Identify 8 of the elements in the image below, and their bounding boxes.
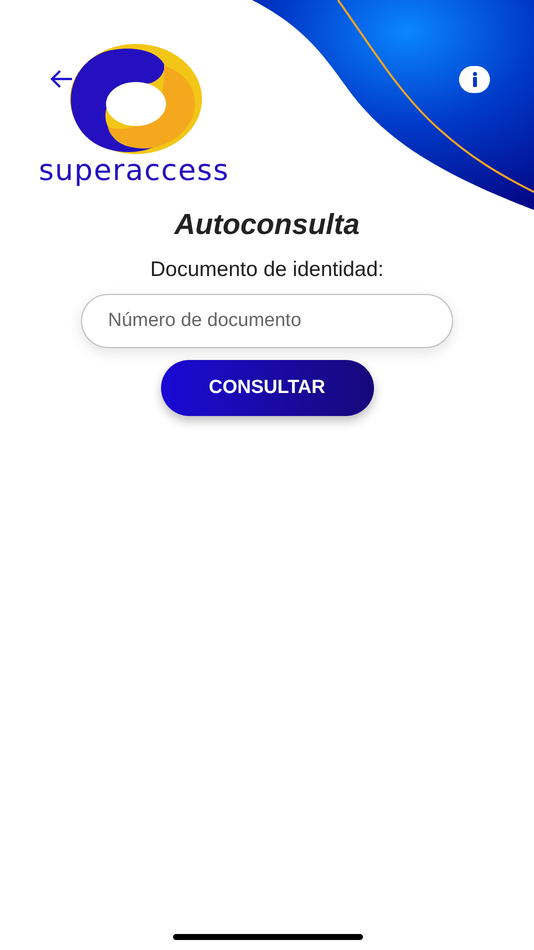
back-arrow-icon [49,69,73,89]
consult-button[interactable]: CONSULTAR [160,360,374,416]
logo-wordmark: superaccess [38,154,230,186]
field-label: Documento de identidad: [150,256,384,282]
document-field[interactable]: Número de documento [81,294,453,348]
info-icon [472,72,478,87]
back-button[interactable] [48,68,74,90]
page-title: Autoconsulta [174,208,360,243]
